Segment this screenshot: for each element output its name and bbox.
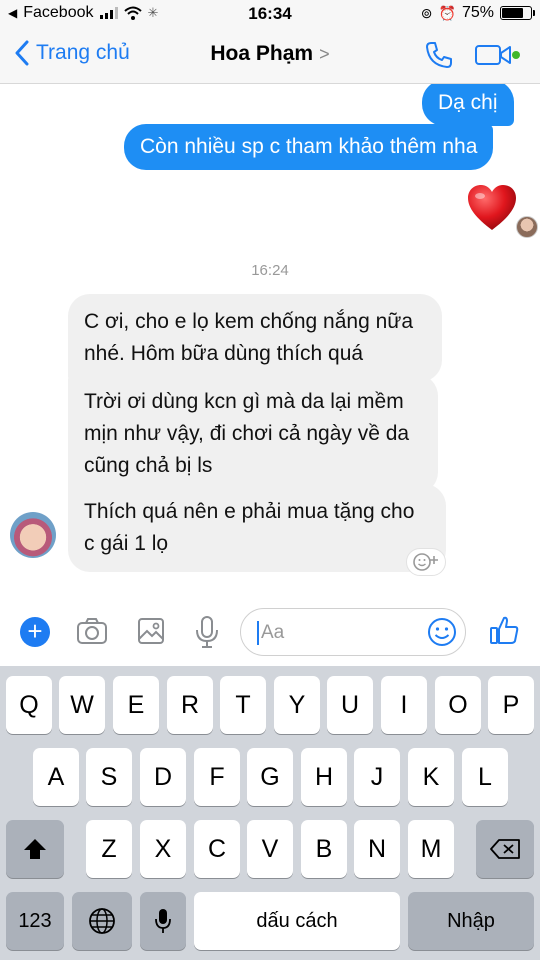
- seen-avatar: [516, 216, 538, 238]
- add-reaction-button[interactable]: [406, 548, 446, 576]
- battery-percent: 75%: [461, 4, 494, 21]
- key-a[interactable]: A: [33, 748, 79, 806]
- gallery-icon[interactable]: [136, 615, 166, 647]
- key-w[interactable]: W: [59, 676, 105, 734]
- microphone-icon: [155, 909, 171, 933]
- alarm-icon: ⏰: [438, 4, 456, 21]
- key-z[interactable]: Z: [86, 820, 132, 878]
- key-d[interactable]: D: [140, 748, 186, 806]
- received-message[interactable]: Trời ơi dùng kcn gì mà da lại mềm mịn nh…: [68, 374, 438, 494]
- key-s[interactable]: S: [86, 748, 132, 806]
- microphone-icon[interactable]: [194, 615, 220, 649]
- key-b[interactable]: B: [301, 820, 347, 878]
- message-line: Trời ơi dùng kcn gì mà da lại mềm: [84, 390, 404, 413]
- sender-avatar[interactable]: [10, 512, 56, 558]
- key-t[interactable]: T: [220, 676, 266, 734]
- video-call-button[interactable]: [474, 42, 522, 73]
- key-i[interactable]: I: [381, 676, 427, 734]
- key-p[interactable]: P: [488, 676, 534, 734]
- key-y[interactable]: Y: [274, 676, 320, 734]
- key-o[interactable]: O: [435, 676, 481, 734]
- more-actions-button[interactable]: +: [20, 617, 50, 647]
- dictation-key[interactable]: [140, 892, 186, 950]
- key-h[interactable]: H: [301, 748, 347, 806]
- key-c[interactable]: C: [194, 820, 240, 878]
- text-caret: [257, 621, 259, 645]
- received-message[interactable]: C ơi, cho e lọ kem chống nắng nữa nhé. H…: [68, 294, 442, 382]
- status-bar: ◀ Facebook ✳ 16:34 ⊚ ⏰ 75%: [0, 0, 540, 28]
- key-v[interactable]: V: [247, 820, 293, 878]
- key-j[interactable]: J: [354, 748, 400, 806]
- add-reaction-icon: [413, 553, 438, 571]
- thumbs-up-icon[interactable]: [488, 614, 520, 646]
- key-l[interactable]: L: [462, 748, 508, 806]
- key-n[interactable]: N: [354, 820, 400, 878]
- globe-key[interactable]: [72, 892, 132, 950]
- contact-name-button[interactable]: Hoa Phạm >: [0, 42, 540, 66]
- message-input[interactable]: Aa: [240, 608, 466, 656]
- contact-name: Hoa Phạm: [210, 42, 314, 65]
- orientation-lock-icon: ⊚: [420, 4, 433, 21]
- phone-icon: [426, 42, 452, 68]
- battery-fill: [502, 8, 523, 18]
- delete-key[interactable]: [476, 820, 534, 878]
- battery-icon: [500, 6, 535, 20]
- sent-message[interactable]: Còn nhiều sp c tham khảo thêm nha: [124, 124, 494, 170]
- key-u[interactable]: U: [327, 676, 373, 734]
- received-message[interactable]: Thích quá nên e phải mua tặng cho c gái …: [68, 484, 446, 572]
- message-line: nhé. Hôm bữa dùng thích quá: [84, 342, 364, 365]
- emoji-icon[interactable]: [427, 617, 457, 647]
- key-k[interactable]: K: [408, 748, 454, 806]
- message-line: c gái 1 lọ: [84, 532, 169, 555]
- chevron-right-icon: >: [319, 44, 330, 64]
- globe-icon: [89, 908, 115, 934]
- status-bar-right: ⊚ ⏰ 75%: [420, 4, 535, 22]
- sent-message[interactable]: Dạ chị: [422, 84, 514, 126]
- message-line: Thích quá nên e phải mua tặng cho: [84, 500, 415, 523]
- message-line: mịn như vậy, đi chơi cả ngày về da: [84, 422, 410, 445]
- composer-bar: + Aa: [0, 600, 540, 666]
- shift-key[interactable]: [6, 820, 64, 878]
- key-m[interactable]: M: [408, 820, 454, 878]
- delete-icon: [490, 839, 520, 859]
- heart-icon[interactable]: [466, 184, 518, 232]
- space-key[interactable]: dấu cách: [194, 892, 400, 950]
- return-key[interactable]: Nhập: [408, 892, 534, 950]
- key-q[interactable]: Q: [6, 676, 52, 734]
- voice-call-button[interactable]: [424, 40, 454, 75]
- plus-icon: +: [27, 616, 43, 646]
- key-r[interactable]: R: [167, 676, 213, 734]
- shift-icon: [24, 839, 46, 859]
- key-x[interactable]: X: [140, 820, 186, 878]
- message-list[interactable]: Dạ chị Còn nhiều sp c tham khảo thêm nha…: [0, 84, 540, 600]
- message-line: cũng chả bị ls: [84, 454, 213, 477]
- on-screen-keyboard: Q W E R T Y U I O P A S D F G H J K L Z …: [0, 666, 540, 960]
- video-call-icon: [475, 45, 520, 65]
- conversation-header: Trang chủ Hoa Phạm >: [0, 28, 540, 84]
- numbers-key[interactable]: 123: [6, 892, 64, 950]
- message-line: C ơi, cho e lọ kem chống nắng nữa: [84, 310, 414, 333]
- message-timestamp: 16:24: [251, 262, 289, 279]
- message-input-placeholder: Aa: [261, 622, 285, 643]
- key-f[interactable]: F: [194, 748, 240, 806]
- key-g[interactable]: G: [247, 748, 293, 806]
- camera-icon[interactable]: [76, 615, 108, 647]
- key-e[interactable]: E: [113, 676, 159, 734]
